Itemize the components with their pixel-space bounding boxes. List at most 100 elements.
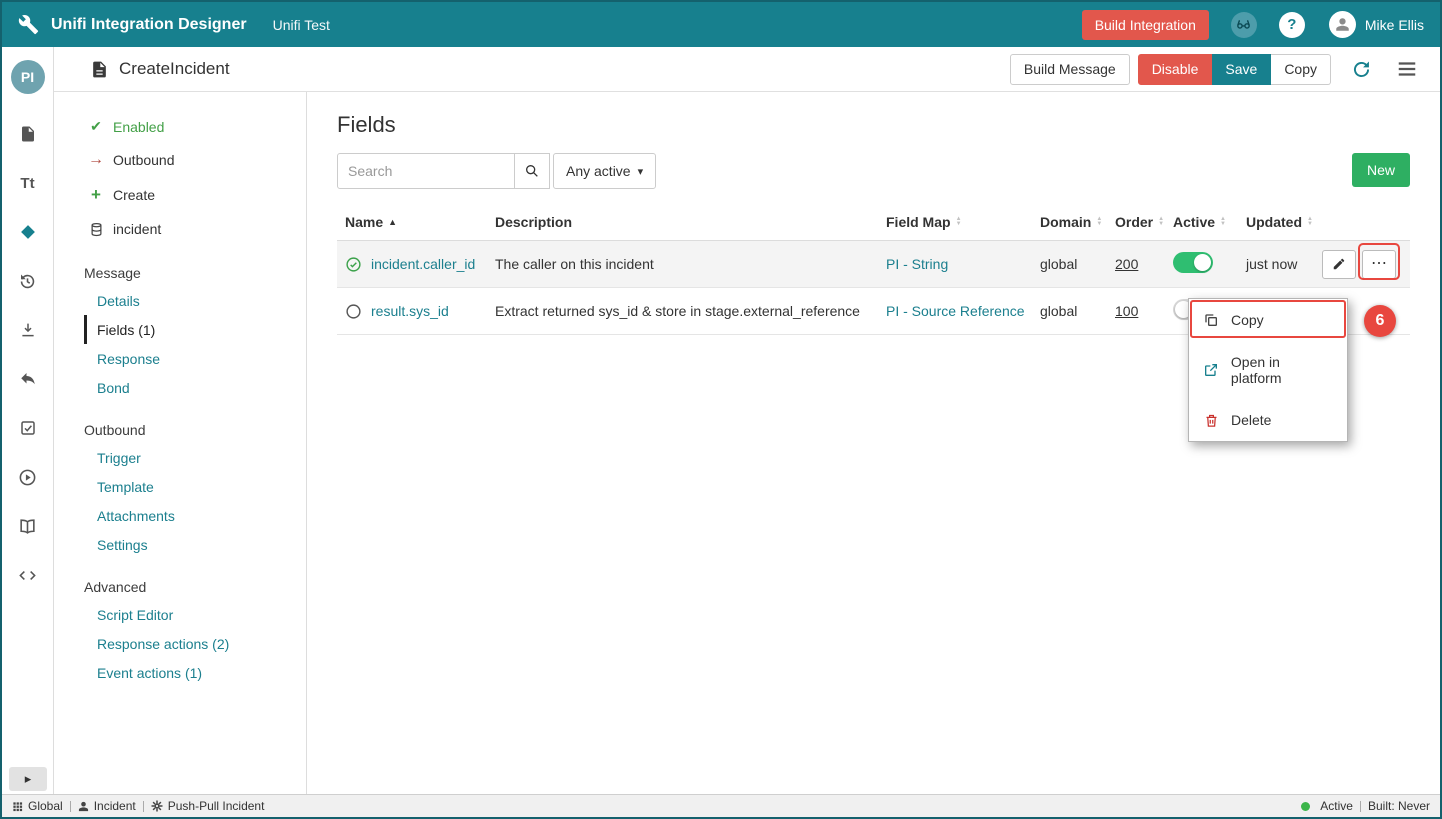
- icon-rail: PI Tt: [2, 47, 54, 794]
- field-description: The caller on this incident: [487, 256, 878, 272]
- nav-item-incident[interactable]: incident: [54, 213, 306, 245]
- nav-item-label: Enabled: [113, 119, 164, 135]
- field-order-value[interactable]: 100: [1115, 303, 1138, 319]
- refresh-button[interactable]: [1351, 59, 1372, 80]
- new-button[interactable]: New: [1352, 153, 1410, 187]
- build-message-button[interactable]: Build Message: [1010, 54, 1130, 85]
- copy-button[interactable]: Copy: [1271, 54, 1331, 85]
- menu-item-open-in-platform[interactable]: Open in platform: [1189, 341, 1347, 399]
- active-filter-dropdown[interactable]: Any active ▾: [553, 153, 656, 189]
- status-bar: Global Incident Push-Pull Incident Activ…: [2, 794, 1440, 817]
- process-indicator: Push-Pull Incident: [151, 799, 265, 813]
- field-name-link[interactable]: result.sys_id: [371, 303, 449, 319]
- menu-item-label: Copy: [1231, 312, 1264, 328]
- section-title-message: Message: [84, 265, 306, 281]
- nav-item-fields[interactable]: Fields (1): [84, 315, 306, 344]
- field-order-value[interactable]: 200: [1115, 256, 1138, 272]
- column-header-field-map[interactable]: Field Map ▲▼: [878, 214, 1032, 230]
- table-controls: Any active ▾ New: [337, 153, 1410, 189]
- search-button[interactable]: [515, 153, 550, 189]
- section-title-outbound: Outbound: [84, 422, 306, 438]
- table-header-row: Name ▲ Description Field Map ▲▼ Domain ▲…: [337, 204, 1410, 241]
- annotation-step-badge: 6: [1364, 305, 1396, 337]
- check-icon: ✔: [88, 118, 104, 135]
- docs-book-icon[interactable]: [18, 516, 38, 536]
- gear-icon: [151, 800, 163, 812]
- copy-icon: [1202, 312, 1220, 328]
- sort-icon: ▲▼: [1220, 217, 1226, 227]
- nav-item-template[interactable]: Template: [84, 472, 306, 501]
- ellipsis-icon: ⋯: [1371, 256, 1387, 272]
- reply-icon[interactable]: [18, 369, 38, 389]
- expand-rail-button[interactable]: ▸: [9, 767, 47, 791]
- app-title: Unifi Integration Designer: [51, 16, 247, 34]
- field-map-link[interactable]: PI - String: [886, 256, 948, 272]
- trash-icon: [1202, 413, 1220, 428]
- nav-item-response[interactable]: Response: [84, 344, 306, 373]
- active-toggle[interactable]: [1173, 252, 1213, 273]
- search-input[interactable]: [337, 153, 515, 189]
- chevron-down-icon: ▾: [638, 165, 644, 178]
- column-header-order[interactable]: Order ▲▼: [1107, 214, 1165, 230]
- nav-item-bond[interactable]: Bond: [84, 373, 306, 402]
- arrow-right-icon: →: [88, 151, 104, 169]
- tasks-icon[interactable]: [18, 418, 38, 438]
- more-button[interactable]: ⋯: [1362, 250, 1396, 279]
- build-integration-button[interactable]: Build Integration: [1082, 10, 1209, 40]
- table-row: incident.caller_id The caller on this in…: [337, 241, 1410, 288]
- menu-button[interactable]: [1396, 58, 1418, 80]
- nav-item-label: Create: [113, 187, 155, 203]
- nav-item-script-editor[interactable]: Script Editor: [84, 600, 306, 629]
- field-domain: global: [1032, 303, 1107, 319]
- person-icon: [78, 801, 89, 812]
- menu-item-delete[interactable]: Delete: [1189, 399, 1347, 441]
- text-format-icon[interactable]: Tt: [18, 173, 38, 193]
- field-domain: global: [1032, 256, 1107, 272]
- nav-item-attachments[interactable]: Attachments: [84, 501, 306, 530]
- nav-item-details[interactable]: Details: [84, 286, 306, 315]
- status-dot-icon: [1301, 802, 1310, 811]
- nav-item-settings[interactable]: Settings: [84, 530, 306, 559]
- page-title: Fields: [337, 112, 1410, 138]
- field-updated: just now: [1238, 256, 1314, 272]
- column-header-updated[interactable]: Updated ▲▼: [1238, 214, 1314, 230]
- field-map-link[interactable]: PI - Source Reference: [886, 303, 1025, 319]
- nav-item-enabled[interactable]: ✔ Enabled: [54, 110, 306, 143]
- play-icon[interactable]: [18, 467, 38, 487]
- nav-item-response-actions[interactable]: Response actions (2): [84, 629, 306, 658]
- nav-item-event-actions[interactable]: Event actions (1): [84, 658, 306, 687]
- plus-icon: +: [88, 185, 104, 205]
- menu-item-label: Open in platform: [1231, 354, 1334, 386]
- edit-button[interactable]: [1322, 250, 1356, 279]
- nav-item-trigger[interactable]: Trigger: [84, 443, 306, 472]
- column-header-domain[interactable]: Domain ▲▼: [1032, 214, 1107, 230]
- nav-item-create[interactable]: + Create: [54, 177, 306, 213]
- sort-icon: ▲▼: [956, 217, 962, 227]
- document-icon: [90, 60, 109, 79]
- history-icon[interactable]: [18, 271, 38, 291]
- user-name: Mike Ellis: [1365, 17, 1424, 33]
- wrench-logo-icon: [18, 14, 39, 35]
- download-icon[interactable]: [18, 320, 38, 340]
- column-header-active[interactable]: Active ▲▼: [1165, 214, 1238, 230]
- column-header-name[interactable]: Name ▲: [337, 214, 487, 230]
- section-nav: ✔ Enabled → Outbound + Create incident M…: [54, 92, 307, 794]
- save-button[interactable]: Save: [1212, 54, 1271, 85]
- search-icon: [524, 163, 540, 179]
- scope-indicator: Global: [12, 799, 63, 813]
- pencil-icon: [1332, 257, 1346, 271]
- column-header-description[interactable]: Description: [487, 214, 878, 230]
- disable-button[interactable]: Disable: [1138, 54, 1213, 85]
- code-icon[interactable]: [18, 565, 38, 585]
- field-name-link[interactable]: incident.caller_id: [371, 256, 475, 272]
- external-link-icon: [1202, 362, 1220, 378]
- preview-glasses-icon[interactable]: [1231, 12, 1257, 38]
- send-icon[interactable]: [18, 222, 38, 242]
- menu-item-copy[interactable]: Copy: [1189, 299, 1347, 341]
- file-icon[interactable]: [18, 124, 38, 144]
- help-icon[interactable]: ?: [1279, 12, 1305, 38]
- active-status: Active: [1301, 799, 1353, 813]
- user-menu[interactable]: Mike Ellis: [1329, 11, 1424, 38]
- nav-item-outbound[interactable]: → Outbound: [54, 143, 306, 177]
- database-icon: [88, 222, 104, 237]
